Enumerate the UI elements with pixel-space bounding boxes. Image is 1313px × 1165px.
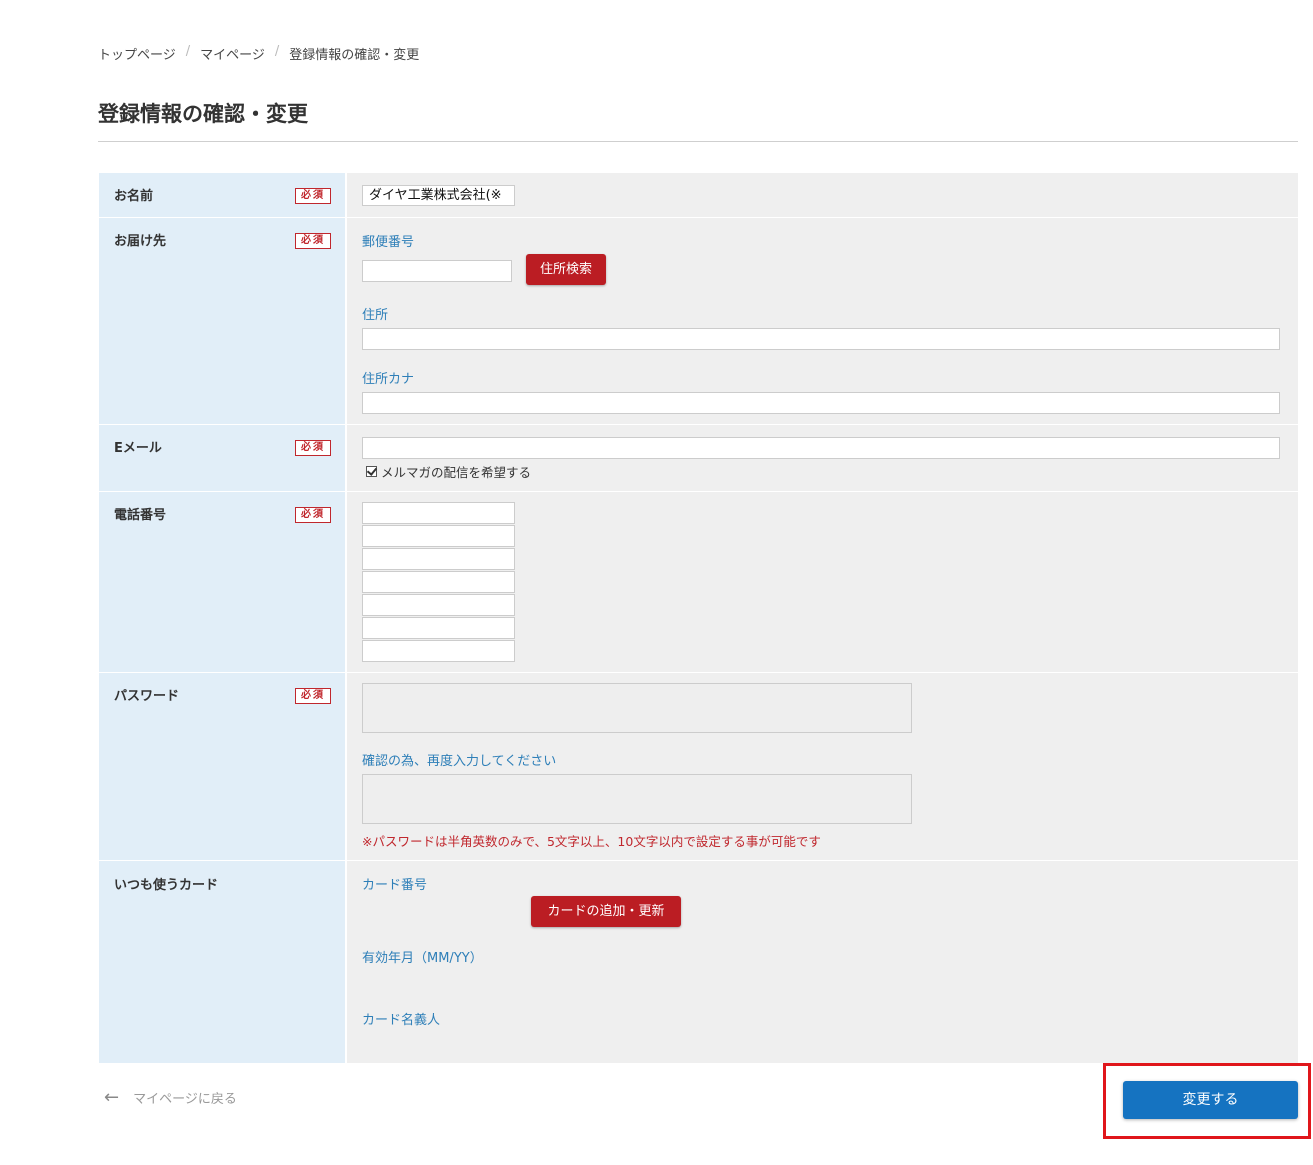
page-title: 登録情報の確認・変更	[98, 102, 308, 126]
row-phone: 電話番号 必須	[99, 492, 1298, 673]
back-to-mypage-link[interactable]: ← マイページに戻る	[104, 1087, 237, 1108]
email-input[interactable]	[362, 437, 1280, 459]
newsletter-checkbox[interactable]	[366, 466, 377, 477]
phone-input-3[interactable]	[362, 548, 515, 570]
breadcrumb-top[interactable]: トップページ	[98, 44, 176, 63]
phone-input-7[interactable]	[362, 640, 515, 662]
row-label: お名前 必須	[99, 173, 347, 217]
required-badge: 必須	[295, 233, 331, 249]
row-name: お名前 必須 ダイヤ工業株式会社(※	[99, 173, 1298, 218]
row-field: メルマガの配信を希望する	[347, 425, 1298, 491]
row-card: いつも使うカード カード番号 カードの追加・更新 有効年月（MM/YY） カード…	[99, 861, 1298, 1063]
password-label: パスワード	[114, 689, 180, 704]
registration-form: お名前 必須 ダイヤ工業株式会社(※ お届け先 必須 郵便番号 住所検索 住所 …	[99, 173, 1298, 1063]
phone-input-4[interactable]	[362, 571, 515, 593]
card-label: いつも使うカード	[114, 878, 219, 893]
title-divider	[98, 141, 1298, 142]
row-label: Eメール 必須	[99, 425, 347, 491]
newsletter-option[interactable]: メルマガの配信を希望する	[366, 462, 531, 481]
phone-label: 電話番号	[114, 508, 167, 523]
password-input[interactable]	[362, 683, 912, 733]
row-field	[347, 492, 1298, 672]
breadcrumb-mypage[interactable]: マイページ	[200, 44, 265, 63]
address-kana-label: 住所カナ	[362, 372, 415, 387]
address-kana-input[interactable]	[362, 392, 1280, 414]
postal-code-label: 郵便番号	[362, 235, 415, 250]
password-rule-note: ※パスワードは半角英数のみで、5文字以上、10文字以内で設定する事が可能です	[362, 834, 821, 849]
submit-button[interactable]: 変更する	[1123, 1081, 1298, 1119]
card-expiry-label: 有効年月（MM/YY）	[362, 951, 483, 966]
address-label: お届け先	[114, 234, 167, 249]
breadcrumb-current: 登録情報の確認・変更	[289, 48, 420, 63]
email-label: Eメール	[114, 441, 162, 456]
name-input[interactable]: ダイヤ工業株式会社(※	[362, 185, 515, 206]
card-number-label: カード番号	[362, 878, 428, 893]
required-badge: 必須	[295, 688, 331, 704]
phone-input-2[interactable]	[362, 525, 515, 547]
address-search-button[interactable]: 住所検索	[526, 254, 606, 285]
name-label: お名前	[114, 189, 154, 204]
required-badge: 必須	[295, 507, 331, 523]
breadcrumb: トップページ / マイページ / 登録情報の確認・変更	[98, 44, 419, 63]
required-badge: 必須	[295, 188, 331, 204]
password-confirm-label: 確認の為、再度入力してください	[362, 754, 557, 769]
newsletter-label: メルマガの配信を希望する	[381, 465, 532, 480]
row-label: いつも使うカード	[99, 861, 347, 1063]
arrow-left-icon: ←	[104, 1087, 120, 1108]
required-badge: 必須	[295, 440, 331, 456]
row-label: パスワード 必須	[99, 673, 347, 860]
phone-input-6[interactable]	[362, 617, 515, 639]
row-field: 確認の為、再度入力してください ※パスワードは半角英数のみで、5文字以上、10文…	[347, 673, 1298, 860]
row-address: お届け先 必須 郵便番号 住所検索 住所 住所カナ	[99, 218, 1298, 425]
breadcrumb-separator: /	[185, 44, 191, 59]
card-update-button[interactable]: カードの追加・更新	[531, 896, 681, 927]
postal-code-input[interactable]	[362, 260, 512, 282]
phone-input-1[interactable]	[362, 502, 515, 524]
phone-input-5[interactable]	[362, 594, 515, 616]
row-password: パスワード 必須 確認の為、再度入力してください ※パスワードは半角英数のみで、…	[99, 673, 1298, 861]
row-field: 郵便番号 住所検索 住所 住所カナ	[347, 218, 1298, 424]
street-address-input[interactable]	[362, 328, 1280, 350]
password-confirm-input[interactable]	[362, 774, 912, 824]
row-label: お届け先 必須	[99, 218, 347, 424]
card-holder-label: カード名義人	[362, 1013, 441, 1028]
street-address-label: 住所	[362, 308, 389, 323]
row-label: 電話番号 必須	[99, 492, 347, 672]
row-field: ダイヤ工業株式会社(※	[347, 173, 1298, 217]
breadcrumb-separator: /	[274, 44, 280, 59]
back-link-label: マイページに戻る	[133, 1092, 237, 1107]
row-field: カード番号 カードの追加・更新 有効年月（MM/YY） カード名義人	[347, 861, 1298, 1063]
row-email: Eメール 必須 メルマガの配信を希望する	[99, 425, 1298, 492]
